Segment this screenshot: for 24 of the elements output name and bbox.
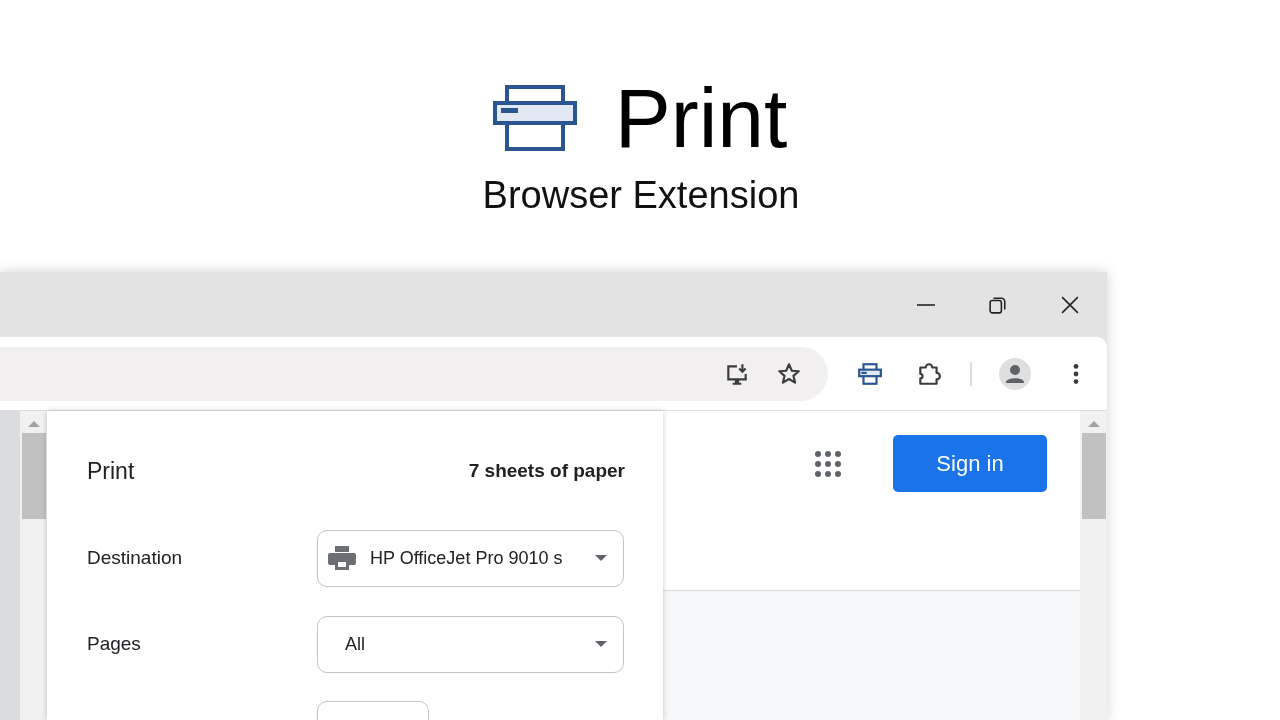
dropdown-value: All <box>345 633 366 655</box>
caret-icon <box>595 641 607 647</box>
star-icon[interactable] <box>776 360 802 387</box>
puzzle-icon[interactable] <box>916 360 942 387</box>
setting-label: Destination <box>87 547 184 569</box>
caret-icon <box>595 555 607 561</box>
restore-icon[interactable] <box>989 295 1007 314</box>
close-icon[interactable] <box>1061 295 1079 314</box>
printer-icon[interactable] <box>857 360 883 387</box>
dropdown-field[interactable]: HP OfficeJet Pro 9010 s <box>317 529 624 587</box>
dropdown-field[interactable]: All <box>317 615 624 673</box>
printer-icon <box>492 85 577 151</box>
profile-avatar-icon[interactable] <box>999 357 1031 390</box>
dropdown-value: HP OfficeJet Pro 9010 s <box>370 547 564 569</box>
scrollbar[interactable] <box>20 411 47 720</box>
scrollbar[interactable] <box>1080 411 1107 720</box>
hero-title: Print <box>614 74 788 162</box>
setting-label: Pages <box>87 633 142 655</box>
hero-subtitle: Browser Extension <box>482 174 800 217</box>
apps-grid-icon[interactable] <box>815 451 841 477</box>
sheet-count: 7 sheets of paper <box>468 460 625 482</box>
sign-in-button[interactable]: Sign in <box>893 435 1047 492</box>
printer-icon <box>328 546 356 570</box>
dialog-title: Print <box>87 457 135 485</box>
